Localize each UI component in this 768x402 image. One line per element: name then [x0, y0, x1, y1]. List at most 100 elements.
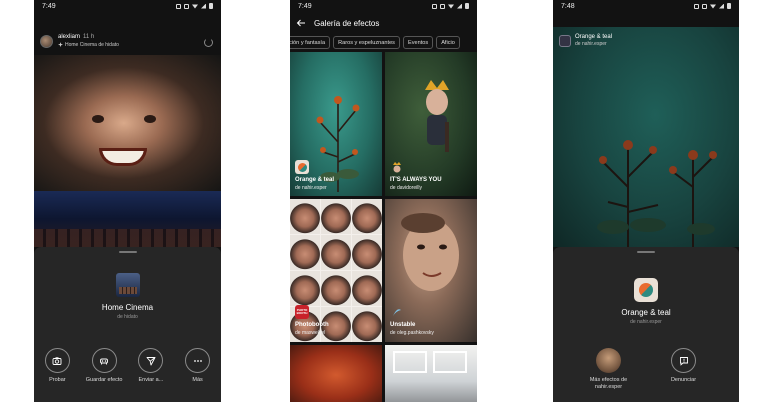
status-bar: 7:49	[290, 0, 477, 12]
effect-name: Orange & teal	[621, 308, 671, 317]
tile-author: de oleg.pashkovsky	[390, 330, 434, 336]
face-eye-right	[144, 115, 156, 123]
tile-author: de davidoreilly	[390, 185, 422, 191]
chip-weird[interactable]: Raros y espeluznantes	[333, 36, 400, 49]
effect-tile-orange-teal[interactable]: Orange & teal de nahir.esper	[290, 52, 382, 196]
back-arrow-icon[interactable]	[296, 18, 306, 28]
status-bar: 7:48	[553, 0, 739, 12]
chip-fantasy[interactable]: ción y fantasía	[290, 36, 331, 49]
more-button[interactable]: Más	[177, 348, 219, 384]
save-effect-button[interactable]: Guardar efecto	[83, 348, 125, 384]
sparkle-icon	[58, 42, 63, 48]
more-icon-circle	[185, 348, 211, 373]
more-effects-label: Más efectos de nahir.esper	[589, 377, 628, 390]
save-effect-icon	[100, 358, 109, 364]
signal-icon	[457, 3, 462, 9]
story-effect-screen: 7:49 alexliam 11 h Home Cinema de hidato…	[34, 0, 221, 402]
tile-author: de nahir.esper	[295, 185, 327, 191]
tile-name: Orange & teal	[295, 177, 335, 183]
story-video[interactable]	[34, 55, 221, 191]
author-avatar	[596, 348, 621, 373]
face-eye-left	[92, 115, 104, 123]
tile-author: de maxwelsel	[295, 330, 326, 336]
send-label: Enviar a...	[138, 377, 164, 383]
effect-bottom-sheet: Home Cinema de hidato Probar Guardar efe…	[34, 247, 221, 402]
send-icon-circle	[138, 348, 164, 373]
effect-name: Home Cinema	[101, 303, 154, 312]
effect-tile-photobooth[interactable]: PHOTO BOOTH Photobooth de maxwelsel	[290, 199, 382, 342]
nfc-icon	[694, 3, 699, 9]
report-label: Denunciar	[670, 377, 697, 383]
effect-tile-unstable[interactable]: Unstable de oleg.pashkovsky	[385, 199, 477, 342]
status-time: 7:49	[42, 2, 56, 10]
status-icons	[432, 3, 469, 9]
more-label: Más	[192, 377, 203, 383]
chip-events[interactable]: Eventos	[402, 36, 434, 49]
window-pane	[393, 351, 427, 373]
tile-name: Unstable	[390, 322, 416, 328]
report-icon-circle	[671, 348, 696, 373]
effect-tile-window[interactable]	[385, 345, 477, 402]
page-title: Galería de efectos	[314, 18, 380, 28]
status-time: 7:48	[561, 2, 575, 10]
effect-author[interactable]: de hidato	[34, 314, 221, 320]
face-mouth	[99, 148, 147, 166]
camera-icon	[52, 356, 62, 365]
theater-seats	[34, 229, 221, 247]
effect-preview-screen: 7:48 Orange & teal de nahir.esper Orange…	[553, 0, 739, 402]
effect-thumbnail	[559, 34, 571, 47]
try-button[interactable]: Probar	[36, 348, 78, 384]
vibrate-icon	[440, 3, 445, 9]
camera-icon-circle	[44, 348, 70, 373]
battery-icon	[209, 3, 213, 9]
always-you-icon	[390, 160, 404, 174]
sheet-grabber[interactable]	[118, 251, 137, 253]
effect-actions: Probar Guardar efecto Enviar a... Más	[34, 348, 221, 384]
try-label: Probar	[49, 377, 66, 383]
effect-link[interactable]: Home Cinema de hidato	[58, 42, 119, 48]
avatar[interactable]	[40, 34, 53, 48]
face-illustration	[401, 213, 459, 291]
effect-author[interactable]: de nahir.esper	[553, 319, 739, 325]
save-effect-label: Guardar efecto	[85, 377, 123, 383]
report-icon	[679, 356, 688, 366]
status-bar: 7:49	[34, 0, 221, 12]
battery-icon	[727, 3, 731, 9]
orange-teal-icon	[295, 160, 309, 174]
effect-link-label: Home Cinema de hidato	[65, 41, 119, 48]
more-effects-button[interactable]: Más efectos de nahir.esper	[583, 348, 635, 391]
sheet-grabber[interactable]	[637, 251, 655, 253]
category-chips: ción y fantasía Raros y espeluznantes Ev…	[290, 36, 460, 50]
nfc-icon	[432, 3, 437, 9]
wifi-icon	[192, 4, 198, 9]
story-user-line: alexliam 11 h	[58, 34, 119, 41]
signal-icon	[201, 3, 206, 9]
status-icons	[176, 3, 213, 9]
chip-hobbies[interactable]: Aficio	[436, 36, 460, 49]
theater-background	[34, 191, 221, 247]
effect-header: Orange & teal de nahir.esper	[559, 34, 612, 47]
gallery-topbar: Galería de efectos	[290, 12, 477, 34]
effect-tile-autumn[interactable]	[290, 345, 382, 402]
save-effect-icon-circle	[91, 348, 117, 373]
effect-header-title: Orange & teal	[575, 34, 613, 40]
vibrate-icon	[184, 3, 189, 9]
report-button[interactable]: Denunciar	[658, 348, 710, 391]
effect-header-author[interactable]: de nahir.esper	[575, 41, 612, 47]
window-pane	[433, 351, 467, 373]
wifi-icon	[710, 4, 716, 9]
effect-tile-its-always-you[interactable]: IT'S ALWAYS YOU de davidoreilly	[385, 52, 477, 196]
story-username[interactable]: alexliam	[58, 34, 80, 40]
send-button[interactable]: Enviar a...	[130, 348, 172, 384]
effect-preview-image[interactable]	[553, 27, 739, 247]
battery-icon	[465, 3, 469, 9]
tile-name: IT'S ALWAYS YOU	[390, 177, 442, 183]
status-time: 7:49	[298, 2, 312, 10]
orange-teal-icon	[634, 278, 658, 302]
status-icons	[694, 3, 731, 9]
nfc-icon	[176, 3, 181, 9]
plant-illustration	[597, 140, 717, 247]
effect-actions: Más efectos de nahir.esper Denunciar	[553, 348, 739, 391]
unstable-icon	[390, 305, 404, 319]
tile-name: Photobooth	[295, 322, 329, 328]
